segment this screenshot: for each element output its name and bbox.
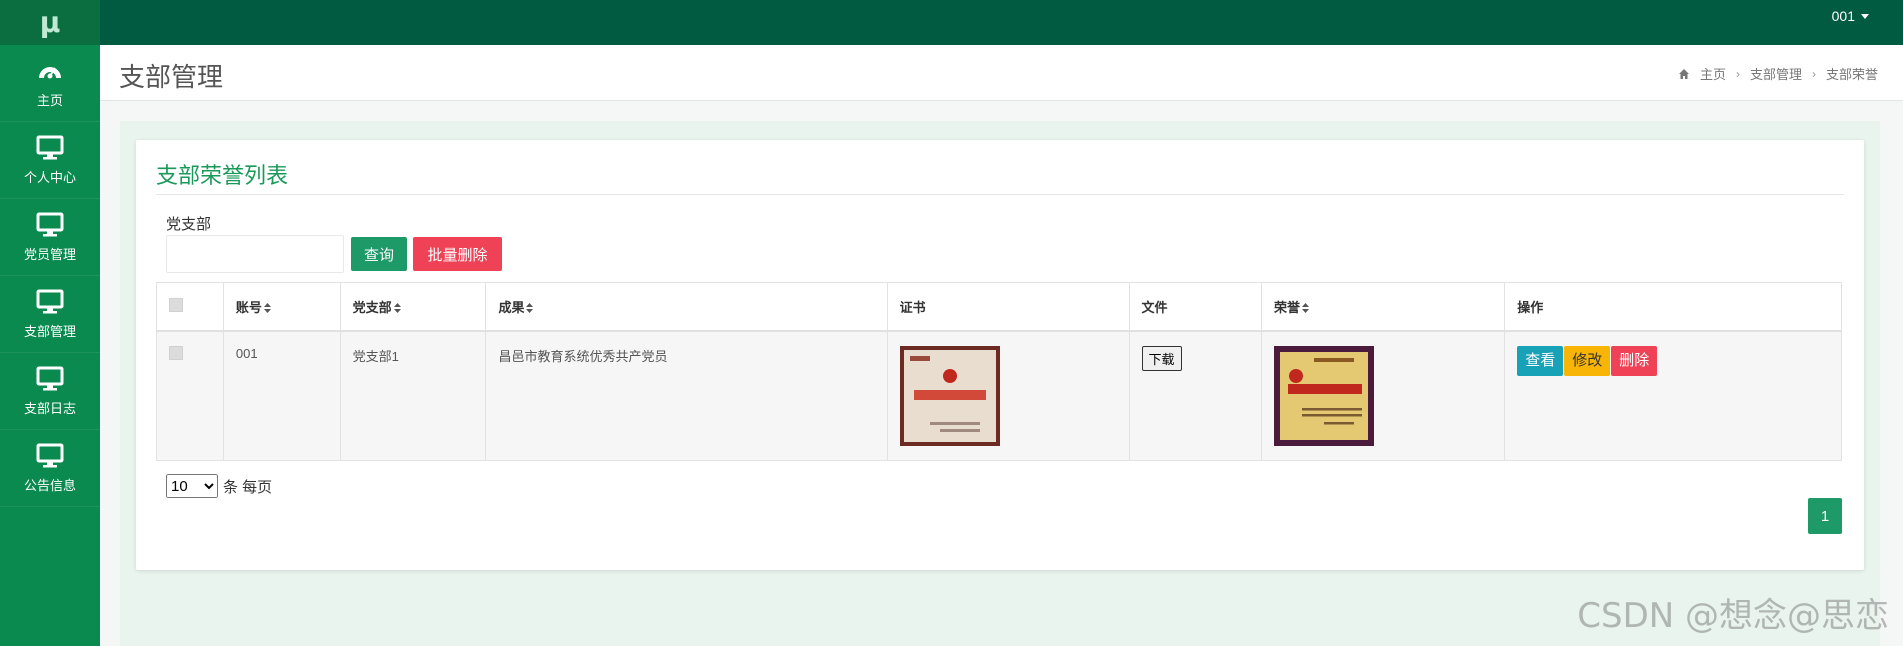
table-header-row: 账号 党支部 成果 证书 文件 荣誉 操作 — [156, 282, 1842, 332]
honor-image[interactable] — [1274, 345, 1375, 446]
column-header-branch[interactable]: 党支部 — [339, 282, 487, 332]
sidebar-item-label: 党员管理 — [23, 246, 76, 262]
table-row: 001 党支部1 昌邑市教育系统优秀共产党员 下载 查看 修改 删除 — [156, 330, 1842, 461]
sidebar: μ 主页 个人中心 党员管理 支部管理 支部日志 公告信息 — [0, 0, 100, 646]
select-all-cell — [156, 282, 224, 332]
watermark: CSDN @想念@思恋 — [1577, 596, 1889, 636]
monitor-icon — [36, 366, 64, 390]
delete-button[interactable]: 删除 — [1611, 345, 1658, 376]
batch-delete-button[interactable]: 批量删除 — [413, 237, 502, 271]
column-header-label: 证书 — [899, 299, 926, 315]
column-header-label: 成果 — [498, 299, 525, 315]
home-icon — [1678, 68, 1689, 79]
breadcrumb: 主页 › 支部管理 › 支部荣誉 — [1678, 64, 1878, 83]
honor-table: 账号 党支部 成果 证书 文件 荣誉 操作 001 党支部1 昌邑市教育系统优秀… — [156, 282, 1842, 461]
cell-account: 001 — [222, 330, 341, 461]
cell-actions: 查看 修改 删除 — [1504, 330, 1842, 461]
column-header-file: 文件 — [1128, 282, 1263, 332]
select-all-checkbox[interactable] — [169, 297, 183, 312]
sidebar-item-label: 主页 — [36, 92, 63, 108]
page-header: 支部管理 主页 › 支部管理 › 支部荣誉 — [100, 45, 1903, 101]
sort-icon — [526, 303, 534, 314]
column-header-actions: 操作 — [1504, 282, 1842, 332]
caret-down-icon — [1861, 13, 1869, 19]
column-header-certificate: 证书 — [886, 282, 1130, 332]
sidebar-item-label: 支部日志 — [23, 400, 76, 416]
monitor-icon — [36, 135, 64, 159]
edit-button[interactable]: 修改 — [1564, 345, 1611, 376]
view-button[interactable]: 查看 — [1517, 345, 1564, 376]
divider — [156, 194, 1844, 195]
download-button[interactable]: 下载 — [1141, 345, 1182, 371]
page-button-current[interactable]: 1 — [1808, 498, 1842, 534]
brand-logo[interactable]: μ — [0, 0, 100, 45]
row-checkbox[interactable] — [169, 345, 183, 360]
cell-file: 下载 — [1128, 330, 1263, 461]
chevron-right-icon: › — [1811, 66, 1816, 81]
column-header-label: 操作 — [1517, 299, 1544, 315]
monitor-icon — [36, 212, 64, 236]
sidebar-item-members[interactable]: 党员管理 — [0, 199, 100, 276]
chevron-right-icon: › — [1735, 66, 1740, 81]
sidebar-item-notice[interactable]: 公告信息 — [0, 430, 100, 507]
topbar: 001 — [100, 0, 1903, 45]
column-header-label: 荣誉 — [1274, 299, 1301, 315]
dashboard-icon — [39, 66, 61, 78]
row-select-cell — [156, 330, 224, 461]
page-title: 支部管理 — [119, 62, 224, 92]
breadcrumb-branch[interactable]: 支部管理 — [1750, 64, 1802, 83]
cell-honor — [1261, 330, 1506, 461]
query-button[interactable]: 查询 — [351, 237, 407, 271]
sort-icon — [393, 303, 401, 314]
column-header-account[interactable]: 账号 — [222, 282, 341, 332]
sidebar-item-home[interactable]: 主页 — [0, 45, 100, 122]
sidebar-item-label: 个人中心 — [23, 169, 76, 185]
certificate-image[interactable] — [899, 345, 1000, 446]
page-size-control: 10 条 每页 — [166, 474, 272, 498]
monitor-icon — [36, 443, 64, 467]
sidebar-item-label: 公告信息 — [23, 477, 76, 493]
breadcrumb-current: 支部荣誉 — [1825, 67, 1878, 82]
card-title: 支部荣誉列表 — [156, 163, 289, 188]
page-size-select[interactable]: 10 — [166, 474, 218, 498]
breadcrumb-home[interactable]: 主页 — [1700, 64, 1726, 83]
column-header-label: 账号 — [235, 299, 262, 315]
column-header-achievement[interactable]: 成果 — [485, 282, 888, 332]
monitor-icon — [36, 289, 64, 313]
user-name: 001 — [1831, 8, 1855, 24]
column-header-honor[interactable]: 荣誉 — [1261, 282, 1506, 332]
sidebar-item-profile[interactable]: 个人中心 — [0, 122, 100, 199]
cell-branch: 党支部1 — [339, 330, 487, 461]
user-menu[interactable]: 001 — [1832, 8, 1869, 24]
sidebar-item-label: 支部管理 — [23, 323, 76, 339]
sidebar-item-branch[interactable]: 支部管理 — [0, 276, 100, 353]
honor-list-card: 支部荣誉列表 党支部 查询 批量删除 账号 党支部 成果 证书 文件 荣誉 操作 — [136, 140, 1864, 570]
cell-certificate — [886, 330, 1130, 461]
column-header-label: 党支部 — [352, 299, 392, 315]
filter-label: 党支部 — [166, 216, 212, 233]
sort-icon — [1302, 303, 1310, 314]
brand-logo-text: μ — [39, 6, 61, 39]
sidebar-item-log[interactable]: 支部日志 — [0, 353, 100, 430]
column-header-label: 文件 — [1141, 299, 1168, 315]
cell-achievement: 昌邑市教育系统优秀共产党员 — [485, 330, 888, 461]
branch-search-input[interactable] — [166, 235, 344, 273]
page-size-suffix: 条 每页 — [223, 478, 273, 496]
sort-icon — [263, 303, 271, 314]
